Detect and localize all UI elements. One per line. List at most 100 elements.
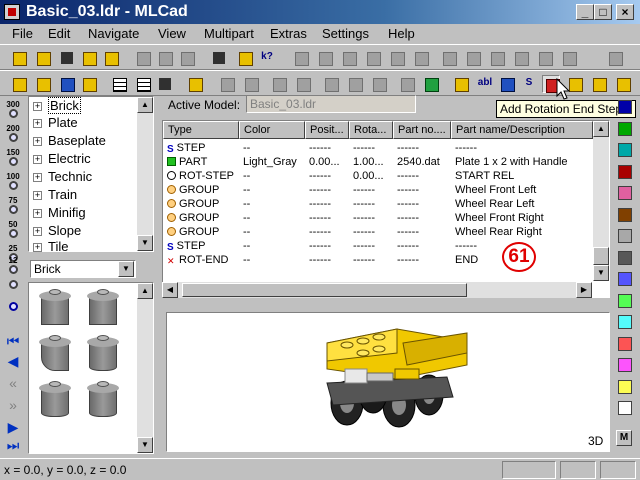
- color-swatch[interactable]: [618, 272, 632, 286]
- add-ghost-icon[interactable]: [590, 75, 608, 93]
- tree-item-technic[interactable]: + Technic: [33, 168, 92, 186]
- save-all-icon[interactable]: [102, 49, 120, 67]
- scroll-down-button[interactable]: ▼: [593, 265, 609, 281]
- copy-icon[interactable]: [156, 49, 174, 67]
- column-header-rotation[interactable]: Rota...: [349, 121, 393, 139]
- menu-multipart[interactable]: Multipart: [204, 26, 254, 42]
- grid-medium-icon[interactable]: [134, 75, 152, 93]
- menu-file[interactable]: File: [12, 26, 33, 42]
- zoom-150-icon[interactable]: 150: [3, 148, 23, 170]
- add-part-icon[interactable]: [10, 75, 28, 93]
- zoom-200-icon[interactable]: 200: [3, 124, 23, 146]
- color-swatch[interactable]: [618, 401, 632, 415]
- tree-item-plate[interactable]: + Plate: [33, 114, 78, 132]
- tree-item-baseplate[interactable]: + Baseplate: [33, 132, 106, 150]
- more-colors-button[interactable]: M: [616, 430, 632, 446]
- zoom-fit-icon[interactable]: [3, 280, 23, 302]
- color-swatch[interactable]: [618, 121, 632, 136]
- add-group-icon[interactable]: [614, 75, 632, 93]
- column-header-position[interactable]: Posit...: [305, 121, 349, 139]
- tree-item-train[interactable]: + Train: [33, 186, 77, 204]
- part-thumbnail[interactable]: [35, 335, 75, 375]
- menu-navigate[interactable]: Navigate: [88, 26, 139, 42]
- monitor-icon[interactable]: [422, 75, 440, 93]
- move-part-icon[interactable]: [58, 75, 76, 93]
- scroll-up-button[interactable]: ▲: [593, 121, 609, 137]
- scroll-left-button[interactable]: ◀: [162, 282, 178, 298]
- color-swatch[interactable]: [618, 315, 632, 329]
- hscroll-thumb[interactable]: [182, 283, 467, 297]
- column-header-color[interactable]: Color: [239, 121, 305, 139]
- add-rotation-step-icon[interactable]: [498, 75, 516, 93]
- table-row[interactable]: GROUP -- ------ ------ ------ Wheel Front Lef…: [163, 183, 593, 197]
- step-list[interactable]: Type Color Posit... Rota... Part no.... …: [162, 120, 610, 298]
- add-step-icon[interactable]: [452, 75, 470, 93]
- scroll-up-button[interactable]: ▲: [137, 97, 153, 113]
- parts-preview-grid[interactable]: ▲ ▼: [28, 282, 154, 454]
- zoom-12-icon[interactable]: 12: [3, 256, 23, 278]
- part-thumbnail[interactable]: [83, 381, 123, 421]
- color-swatch[interactable]: [618, 143, 632, 157]
- tree-item-electric[interactable]: + Electric: [33, 150, 91, 168]
- color-swatch[interactable]: [618, 100, 632, 114]
- zoom-100-icon[interactable]: 100: [3, 172, 23, 194]
- maximize-button[interactable]: □: [594, 4, 612, 20]
- tree-scrollbar[interactable]: ▲ ▼: [137, 97, 153, 251]
- parts-scrollbar[interactable]: ▲ ▼: [137, 283, 153, 453]
- find-icon[interactable]: [80, 75, 98, 93]
- menu-settings[interactable]: Settings: [322, 26, 369, 42]
- scroll-down-button[interactable]: ▼: [137, 437, 153, 453]
- properties-icon[interactable]: [236, 49, 254, 67]
- color-swatch[interactable]: [618, 164, 632, 179]
- zoom-75-icon[interactable]: 75: [3, 196, 23, 218]
- zoom-window-icon[interactable]: [3, 302, 23, 324]
- chevron-down-icon[interactable]: ▼: [118, 261, 134, 277]
- print-icon[interactable]: [210, 49, 228, 67]
- parts-category-tree[interactable]: + Brick + Plate + Baseplate + Electric + Tech…: [28, 96, 154, 252]
- help-pointer-icon[interactable]: k?: [258, 49, 276, 67]
- cut-icon[interactable]: [134, 49, 152, 67]
- grid-fine-icon[interactable]: [156, 75, 174, 93]
- color-swatch[interactable]: [618, 229, 632, 243]
- part-thumbnail[interactable]: [83, 335, 123, 375]
- minimize-button[interactable]: _: [576, 4, 594, 20]
- table-row[interactable]: ROT-STEP -- ------ 0.00... ------ START REL: [163, 169, 593, 183]
- grid-coarse-icon[interactable]: [110, 75, 128, 93]
- menu-help[interactable]: Help: [388, 26, 415, 42]
- color-swatch[interactable]: [618, 293, 632, 308]
- color-swatch[interactable]: [618, 250, 632, 265]
- edit-part-icon[interactable]: [34, 75, 52, 93]
- menu-view[interactable]: View: [158, 26, 186, 42]
- comment-icon[interactable]: [186, 75, 204, 93]
- zoom-50-icon[interactable]: 50: [3, 220, 23, 242]
- table-row[interactable]: GROUP -- ------ ------ ------ Wheel Rear Righ…: [163, 225, 593, 239]
- open-folder-icon[interactable]: [34, 49, 52, 67]
- list-vscrollbar[interactable]: ▲ ▼: [593, 121, 609, 281]
- scroll-thumb[interactable]: [593, 247, 609, 265]
- column-header-type[interactable]: Type: [163, 121, 239, 139]
- part-thumbnail[interactable]: [83, 289, 123, 329]
- table-row[interactable]: GROUP -- ------ ------ ------ Wheel Front Rig…: [163, 211, 593, 225]
- column-header-description[interactable]: Part name/Description: [451, 121, 593, 139]
- scroll-up-button[interactable]: ▲: [137, 283, 153, 299]
- part-thumbnail[interactable]: [35, 381, 75, 421]
- title-bar[interactable]: Basic_03.ldr - MLCad _ □ ×: [0, 0, 640, 24]
- first-step-icon[interactable]: ⏮: [4, 332, 22, 350]
- tree-item-tile[interactable]: + Tile: [33, 238, 68, 252]
- app-icon[interactable]: [4, 4, 20, 20]
- menu-edit[interactable]: Edit: [48, 26, 70, 42]
- close-button[interactable]: ×: [616, 4, 634, 20]
- new-file-icon[interactable]: [10, 49, 28, 67]
- table-row[interactable]: PART Light_Gray 0.00... 1.00... 2540.dat Plat…: [163, 155, 593, 169]
- last-step-icon[interactable]: ⏭: [4, 436, 22, 454]
- paste-icon[interactable]: [178, 49, 196, 67]
- tree-item-minifig[interactable]: + Minifig: [33, 204, 86, 222]
- tree-item-brick[interactable]: + Brick: [33, 97, 81, 115]
- table-row[interactable]: GROUP -- ------ ------ ------ Wheel Rear Left: [163, 197, 593, 211]
- color-swatch[interactable]: [618, 207, 632, 222]
- previous-step-icon[interactable]: ◀: [4, 352, 22, 370]
- column-header-part-no[interactable]: Part no....: [393, 121, 451, 139]
- color-swatch[interactable]: [618, 186, 632, 200]
- save-as-icon[interactable]: [80, 49, 98, 67]
- table-row[interactable]: S STEP -- ------ ------ ------ ------: [163, 141, 593, 155]
